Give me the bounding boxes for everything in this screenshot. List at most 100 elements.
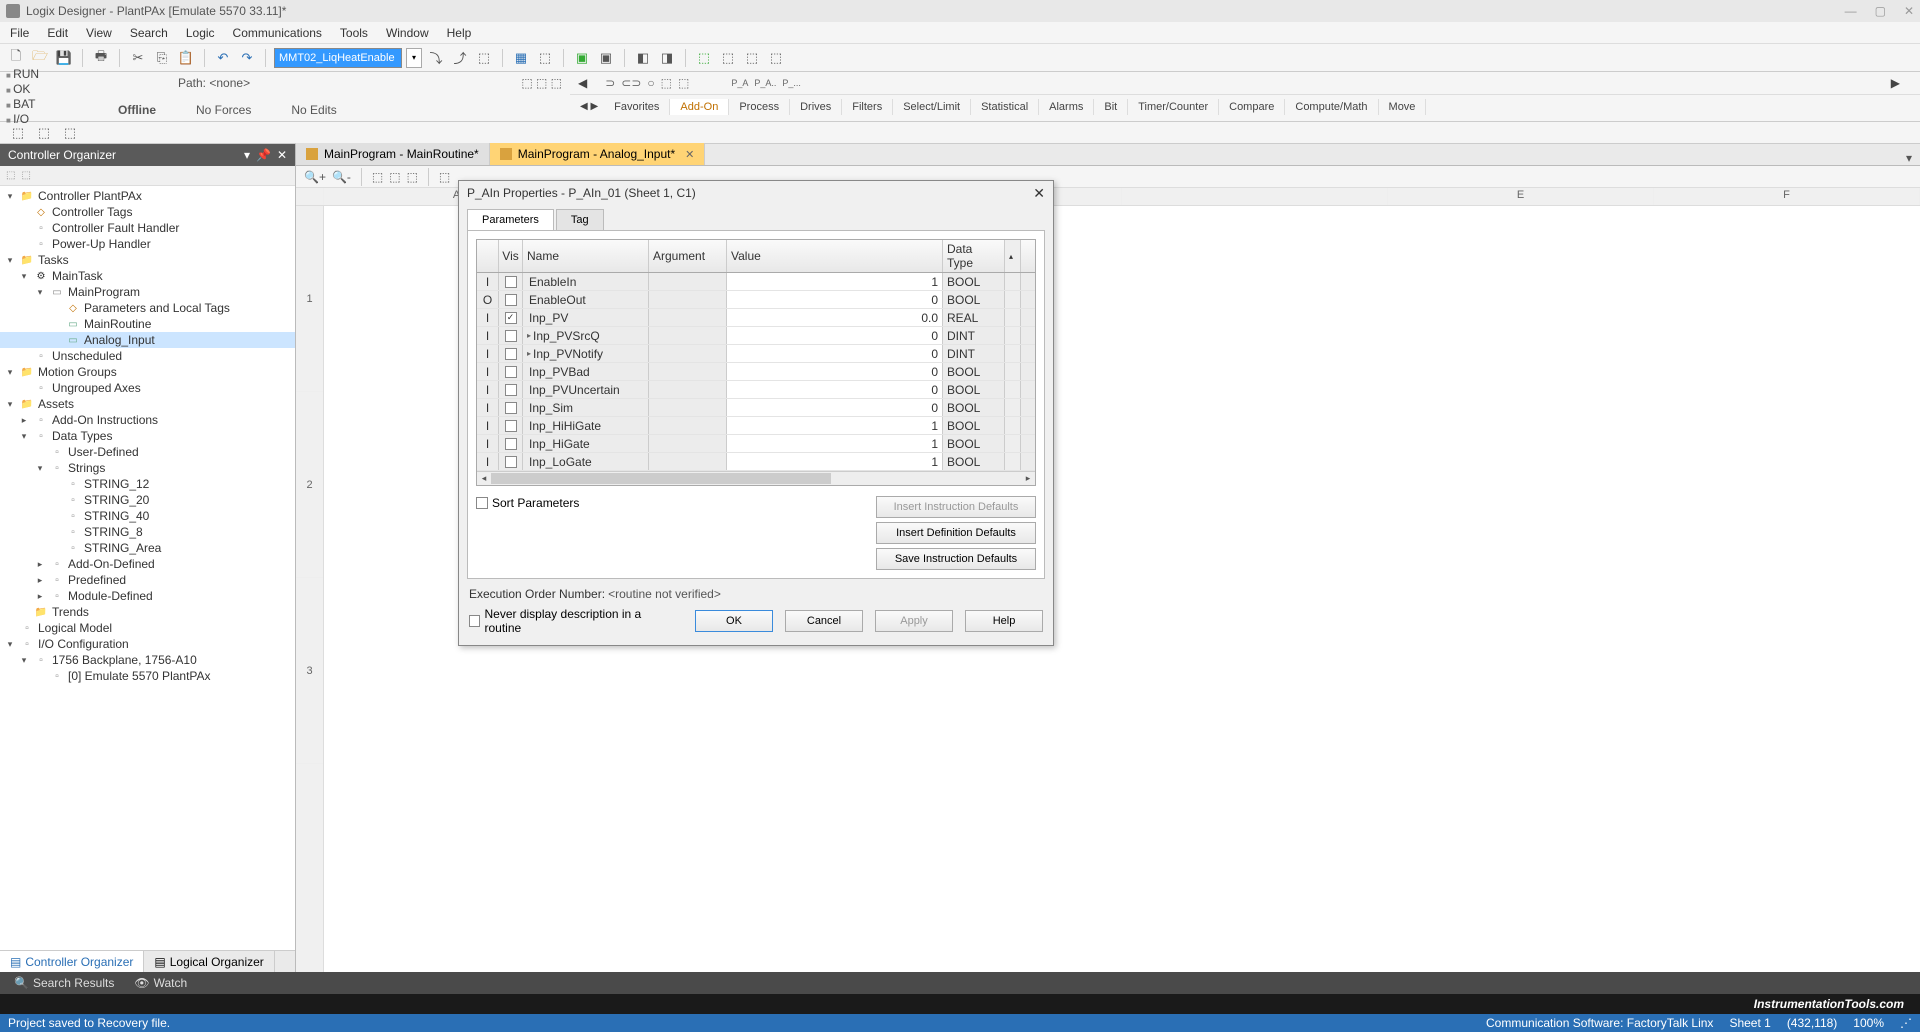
tree-item[interactable]: ▫STRING_40 — [0, 508, 295, 524]
tree-item[interactable]: ▾⚙MainTask — [0, 268, 295, 284]
cat-filters[interactable]: Filters — [842, 99, 893, 115]
tree-item[interactable]: ▫Logical Model — [0, 620, 295, 636]
offline-label[interactable]: Offline — [118, 103, 156, 117]
tool-btn-13[interactable]: ⬚ — [766, 48, 786, 68]
ladder-el-2[interactable]: ⊂⊃ — [621, 76, 641, 90]
menu-tools[interactable]: Tools — [340, 26, 368, 40]
cat-prev[interactable]: ◀ ▶ — [574, 101, 604, 112]
print-button[interactable]: 🖶 — [91, 48, 111, 68]
tool-btn-6[interactable]: ▣ — [572, 48, 592, 68]
tool-btn-11[interactable]: ⬚ — [718, 48, 738, 68]
org-tool-2[interactable]: ⬚ — [21, 170, 30, 181]
tool-btn-12[interactable]: ⬚ — [742, 48, 762, 68]
param-row[interactable]: I ▸Inp_PVNotify 0 DINT — [477, 345, 1035, 363]
menu-search[interactable]: Search — [130, 26, 168, 40]
insert-instruction-defaults-button[interactable]: Insert Instruction Defaults — [876, 496, 1036, 518]
doc-tab-analog-input[interactable]: MainProgram - Analog_Input* ✕ — [490, 143, 706, 165]
tree-item[interactable]: ▸▫Predefined — [0, 572, 295, 588]
open-button[interactable]: 🗁 — [30, 48, 50, 68]
maximize-button[interactable]: ▢ — [1875, 4, 1886, 18]
param-row[interactable]: I ✓ Inp_PV 0.0 REAL — [477, 309, 1035, 327]
tree-item[interactable]: ▾▫Strings — [0, 460, 295, 476]
tree-item[interactable]: 📁Trends — [0, 604, 295, 620]
param-row[interactable]: I ▸Inp_PVSrcQ 0 DINT — [477, 327, 1035, 345]
menu-view[interactable]: View — [86, 26, 112, 40]
ladder-el-5[interactable]: ⬚ — [678, 76, 689, 90]
cat-move[interactable]: Move — [1379, 99, 1427, 115]
cat-compare[interactable]: Compare — [1219, 99, 1285, 115]
dialog-close-button[interactable]: ✕ — [1033, 185, 1045, 202]
tree-item[interactable]: ▫STRING_20 — [0, 492, 295, 508]
zoom-out-icon[interactable]: 🔍- — [332, 170, 351, 184]
tool-btn-10[interactable]: ⬚ — [694, 48, 714, 68]
param-row[interactable]: I Inp_PVUncertain 0 BOOL — [477, 381, 1035, 399]
tool-btn-3[interactable]: ⬚ — [474, 48, 494, 68]
cat-timer[interactable]: Timer/Counter — [1128, 99, 1219, 115]
cat-addon[interactable]: Add-On — [670, 99, 729, 115]
mini-btn-3[interactable]: ⬚ — [60, 123, 80, 143]
menu-window[interactable]: Window — [386, 26, 429, 40]
ed-btn-3[interactable]: ⬚ — [407, 170, 418, 184]
param-row[interactable]: I Inp_Sim 0 BOOL — [477, 399, 1035, 417]
tab-search-results[interactable]: 🔍 Search Results — [6, 974, 122, 992]
tag-search-dropdown[interactable]: ▾ — [406, 48, 422, 68]
never-display-checkbox[interactable]: Never display description in a routine — [469, 607, 671, 635]
ladder-el-3[interactable]: ○ — [647, 76, 654, 90]
organizer-close-icon[interactable]: ✕ — [277, 148, 287, 162]
apply-button[interactable]: Apply — [875, 610, 953, 632]
table-h-scrollbar[interactable]: ◂▸ — [477, 471, 1035, 485]
header-value[interactable]: Value — [727, 240, 943, 272]
ladder-prev[interactable]: ◀ — [578, 76, 587, 90]
zoom-in-icon[interactable]: 🔍+ — [304, 170, 326, 184]
cat-compute[interactable]: Compute/Math — [1285, 99, 1378, 115]
tree-item[interactable]: ▾▫Data Types — [0, 428, 295, 444]
organizer-dropdown-icon[interactable]: ▾ — [244, 148, 250, 162]
mini-btn-1[interactable]: ⬚ — [8, 123, 28, 143]
close-tab-icon[interactable]: ✕ — [685, 148, 694, 161]
param-row[interactable]: I Inp_HiHiGate 1 BOOL — [477, 417, 1035, 435]
tab-logical-organizer[interactable]: ▤ Logical Organizer — [144, 951, 274, 972]
save-button[interactable]: 💾 — [54, 48, 74, 68]
tree-item[interactable]: ▫Controller Fault Handler — [0, 220, 295, 236]
insert-definition-defaults-button[interactable]: Insert Definition Defaults — [876, 522, 1036, 544]
cat-stat[interactable]: Statistical — [971, 99, 1039, 115]
cat-bit[interactable]: Bit — [1094, 99, 1128, 115]
ed-btn-4[interactable]: ⬚ — [439, 170, 450, 184]
tree-item[interactable]: ▭MainRoutine — [0, 316, 295, 332]
tag-search-input[interactable] — [274, 48, 402, 68]
ladder-el-7[interactable]: P_A.. — [754, 78, 776, 88]
help-button[interactable]: Help — [965, 610, 1043, 632]
paste-button[interactable]: 📋 — [176, 48, 196, 68]
tree-item[interactable]: ▾▫1756 Backplane, 1756-A10 — [0, 652, 295, 668]
tree-item[interactable]: ▫STRING_Area — [0, 540, 295, 556]
tool-btn-7[interactable]: ▣ — [596, 48, 616, 68]
tool-btn-4[interactable]: ▦ — [511, 48, 531, 68]
table-scroll-up[interactable]: ▴ — [1005, 240, 1021, 272]
cut-button[interactable]: ✂ — [128, 48, 148, 68]
tree-item[interactable]: ▫Ungrouped Axes — [0, 380, 295, 396]
close-window-button[interactable]: ✕ — [1904, 4, 1914, 18]
header-name[interactable]: Name — [523, 240, 649, 272]
save-instruction-defaults-button[interactable]: Save Instruction Defaults — [876, 548, 1036, 570]
menu-communications[interactable]: Communications — [233, 26, 322, 40]
param-row[interactable]: I Inp_PVBad 0 BOOL — [477, 363, 1035, 381]
param-row[interactable]: I Inp_HiGate 1 BOOL — [477, 435, 1035, 453]
sort-parameters-checkbox[interactable]: Sort Parameters — [476, 496, 579, 510]
param-row[interactable]: I Inp_LoGate 1 BOOL — [477, 453, 1035, 471]
header-argument[interactable]: Argument — [649, 240, 727, 272]
tree-item[interactable]: ▫User-Defined — [0, 444, 295, 460]
new-button[interactable]: 🗋 — [6, 48, 26, 68]
cat-drives[interactable]: Drives — [790, 99, 842, 115]
tree-item[interactable]: ▸▫Module-Defined — [0, 588, 295, 604]
tree-item[interactable]: ◇Parameters and Local Tags — [0, 300, 295, 316]
net-icons[interactable]: ⬚ ⬚ ⬚ — [521, 76, 562, 90]
menu-help[interactable]: Help — [447, 26, 472, 40]
organizer-tree[interactable]: ▾📁Controller PlantPAx◇Controller Tags▫Co… — [0, 186, 295, 950]
tree-item[interactable]: ▭Analog_Input — [0, 332, 295, 348]
ok-button[interactable]: OK — [695, 610, 773, 632]
tree-item[interactable]: ▾▫I/O Configuration — [0, 636, 295, 652]
cat-process[interactable]: Process — [729, 99, 790, 115]
menu-file[interactable]: File — [10, 26, 29, 40]
tree-item[interactable]: ▾📁Motion Groups — [0, 364, 295, 380]
ed-btn-1[interactable]: ⬚ — [372, 170, 383, 184]
